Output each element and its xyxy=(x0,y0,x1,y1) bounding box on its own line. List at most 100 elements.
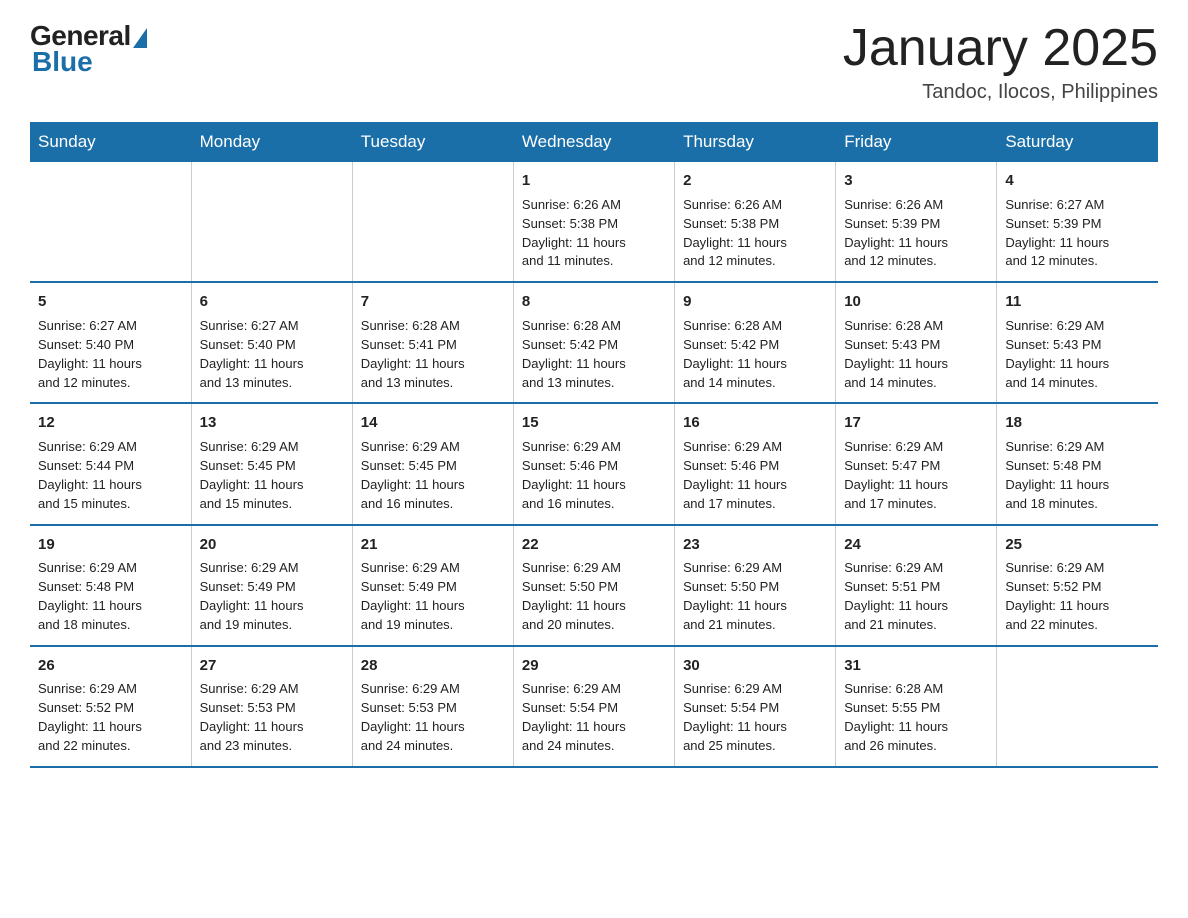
day-info-line: Sunrise: 6:29 AM xyxy=(361,559,505,578)
day-number: 8 xyxy=(522,291,666,313)
day-number: 18 xyxy=(1005,412,1150,434)
calendar-cell: 16Sunrise: 6:29 AMSunset: 5:46 PMDayligh… xyxy=(675,403,836,524)
logo-triangle-icon xyxy=(133,28,147,48)
day-info-line: Sunrise: 6:29 AM xyxy=(522,438,666,457)
day-info-line: Sunset: 5:49 PM xyxy=(200,578,344,597)
day-number: 16 xyxy=(683,412,827,434)
day-info-line: Sunrise: 6:29 AM xyxy=(361,680,505,699)
logo-blue-text: Blue xyxy=(32,46,93,78)
day-info-line: Sunset: 5:52 PM xyxy=(38,699,183,718)
day-info-line: Sunrise: 6:29 AM xyxy=(683,680,827,699)
day-info-line: and 15 minutes. xyxy=(200,495,344,514)
day-info-line: Sunrise: 6:29 AM xyxy=(38,559,183,578)
day-info-line: Sunset: 5:52 PM xyxy=(1005,578,1150,597)
calendar-cell: 19Sunrise: 6:29 AMSunset: 5:48 PMDayligh… xyxy=(30,525,191,646)
day-info-line: Sunset: 5:38 PM xyxy=(683,215,827,234)
calendar-cell: 27Sunrise: 6:29 AMSunset: 5:53 PMDayligh… xyxy=(191,646,352,767)
week-row-5: 26Sunrise: 6:29 AMSunset: 5:52 PMDayligh… xyxy=(30,646,1158,767)
day-info-line: Sunrise: 6:27 AM xyxy=(38,317,183,336)
day-number: 22 xyxy=(522,534,666,556)
calendar-cell: 9Sunrise: 6:28 AMSunset: 5:42 PMDaylight… xyxy=(675,282,836,403)
calendar-cell: 23Sunrise: 6:29 AMSunset: 5:50 PMDayligh… xyxy=(675,525,836,646)
day-info-line: Daylight: 11 hours xyxy=(683,234,827,253)
day-number: 9 xyxy=(683,291,827,313)
weekday-header-monday: Monday xyxy=(191,122,352,162)
day-info-line: Sunset: 5:40 PM xyxy=(200,336,344,355)
day-number: 25 xyxy=(1005,534,1150,556)
day-info-line: Sunset: 5:51 PM xyxy=(844,578,988,597)
day-info-line: and 12 minutes. xyxy=(1005,252,1150,271)
day-info-line: Sunrise: 6:28 AM xyxy=(844,680,988,699)
calendar-cell: 11Sunrise: 6:29 AMSunset: 5:43 PMDayligh… xyxy=(997,282,1158,403)
day-info-line: and 12 minutes. xyxy=(38,374,183,393)
calendar-cell: 26Sunrise: 6:29 AMSunset: 5:52 PMDayligh… xyxy=(30,646,191,767)
day-number: 6 xyxy=(200,291,344,313)
day-number: 13 xyxy=(200,412,344,434)
day-info-line: Daylight: 11 hours xyxy=(844,234,988,253)
day-info-line: and 13 minutes. xyxy=(361,374,505,393)
day-info-line: Daylight: 11 hours xyxy=(200,718,344,737)
weekday-header-wednesday: Wednesday xyxy=(513,122,674,162)
calendar-cell xyxy=(997,646,1158,767)
day-info-line: and 20 minutes. xyxy=(522,616,666,635)
day-number: 27 xyxy=(200,655,344,677)
day-info-line: and 24 minutes. xyxy=(361,737,505,756)
day-info-line: Daylight: 11 hours xyxy=(683,355,827,374)
day-number: 20 xyxy=(200,534,344,556)
day-info-line: Daylight: 11 hours xyxy=(1005,355,1150,374)
day-number: 21 xyxy=(361,534,505,556)
calendar-cell xyxy=(352,162,513,282)
calendar-table: SundayMondayTuesdayWednesdayThursdayFrid… xyxy=(30,122,1158,768)
day-info-line: Daylight: 11 hours xyxy=(522,355,666,374)
day-number: 11 xyxy=(1005,291,1150,313)
day-info-line: Sunset: 5:53 PM xyxy=(200,699,344,718)
day-number: 5 xyxy=(38,291,183,313)
day-info-line: and 23 minutes. xyxy=(200,737,344,756)
day-number: 24 xyxy=(844,534,988,556)
day-info-line: Sunrise: 6:29 AM xyxy=(361,438,505,457)
day-info-line: Daylight: 11 hours xyxy=(844,718,988,737)
calendar-cell: 3Sunrise: 6:26 AMSunset: 5:39 PMDaylight… xyxy=(836,162,997,282)
day-info-line: Sunrise: 6:29 AM xyxy=(522,680,666,699)
day-info-line: Sunset: 5:42 PM xyxy=(683,336,827,355)
weekday-header-thursday: Thursday xyxy=(675,122,836,162)
day-info-line: Daylight: 11 hours xyxy=(683,597,827,616)
day-info-line: Sunrise: 6:26 AM xyxy=(844,196,988,215)
calendar-cell: 28Sunrise: 6:29 AMSunset: 5:53 PMDayligh… xyxy=(352,646,513,767)
day-info-line: Sunset: 5:47 PM xyxy=(844,457,988,476)
day-info-line: Daylight: 11 hours xyxy=(522,234,666,253)
day-info-line: and 24 minutes. xyxy=(522,737,666,756)
day-info-line: and 14 minutes. xyxy=(683,374,827,393)
weekday-header-tuesday: Tuesday xyxy=(352,122,513,162)
week-row-3: 12Sunrise: 6:29 AMSunset: 5:44 PMDayligh… xyxy=(30,403,1158,524)
day-info-line: and 12 minutes. xyxy=(844,252,988,271)
weekday-header-row: SundayMondayTuesdayWednesdayThursdayFrid… xyxy=(30,122,1158,162)
day-info-line: Daylight: 11 hours xyxy=(522,718,666,737)
day-number: 7 xyxy=(361,291,505,313)
calendar-cell: 2Sunrise: 6:26 AMSunset: 5:38 PMDaylight… xyxy=(675,162,836,282)
day-info-line: Sunset: 5:40 PM xyxy=(38,336,183,355)
day-info-line: Sunset: 5:55 PM xyxy=(844,699,988,718)
calendar-cell: 25Sunrise: 6:29 AMSunset: 5:52 PMDayligh… xyxy=(997,525,1158,646)
day-info-line: and 21 minutes. xyxy=(683,616,827,635)
day-number: 15 xyxy=(522,412,666,434)
calendar-cell: 4Sunrise: 6:27 AMSunset: 5:39 PMDaylight… xyxy=(997,162,1158,282)
calendar-cell: 14Sunrise: 6:29 AMSunset: 5:45 PMDayligh… xyxy=(352,403,513,524)
day-info-line: and 14 minutes. xyxy=(1005,374,1150,393)
day-info-line: Daylight: 11 hours xyxy=(38,597,183,616)
day-info-line: Sunrise: 6:27 AM xyxy=(200,317,344,336)
day-number: 17 xyxy=(844,412,988,434)
day-number: 3 xyxy=(844,170,988,192)
day-info-line: and 16 minutes. xyxy=(361,495,505,514)
calendar-title: January 2025 xyxy=(843,20,1158,77)
day-number: 2 xyxy=(683,170,827,192)
day-info-line: Daylight: 11 hours xyxy=(200,476,344,495)
calendar-cell: 22Sunrise: 6:29 AMSunset: 5:50 PMDayligh… xyxy=(513,525,674,646)
day-number: 14 xyxy=(361,412,505,434)
day-info-line: Daylight: 11 hours xyxy=(844,476,988,495)
week-row-1: 1Sunrise: 6:26 AMSunset: 5:38 PMDaylight… xyxy=(30,162,1158,282)
title-block: January 2025 Tandoc, Ilocos, Philippines xyxy=(843,20,1158,104)
day-info-line: Sunrise: 6:26 AM xyxy=(522,196,666,215)
day-number: 10 xyxy=(844,291,988,313)
day-info-line: Sunset: 5:48 PM xyxy=(38,578,183,597)
